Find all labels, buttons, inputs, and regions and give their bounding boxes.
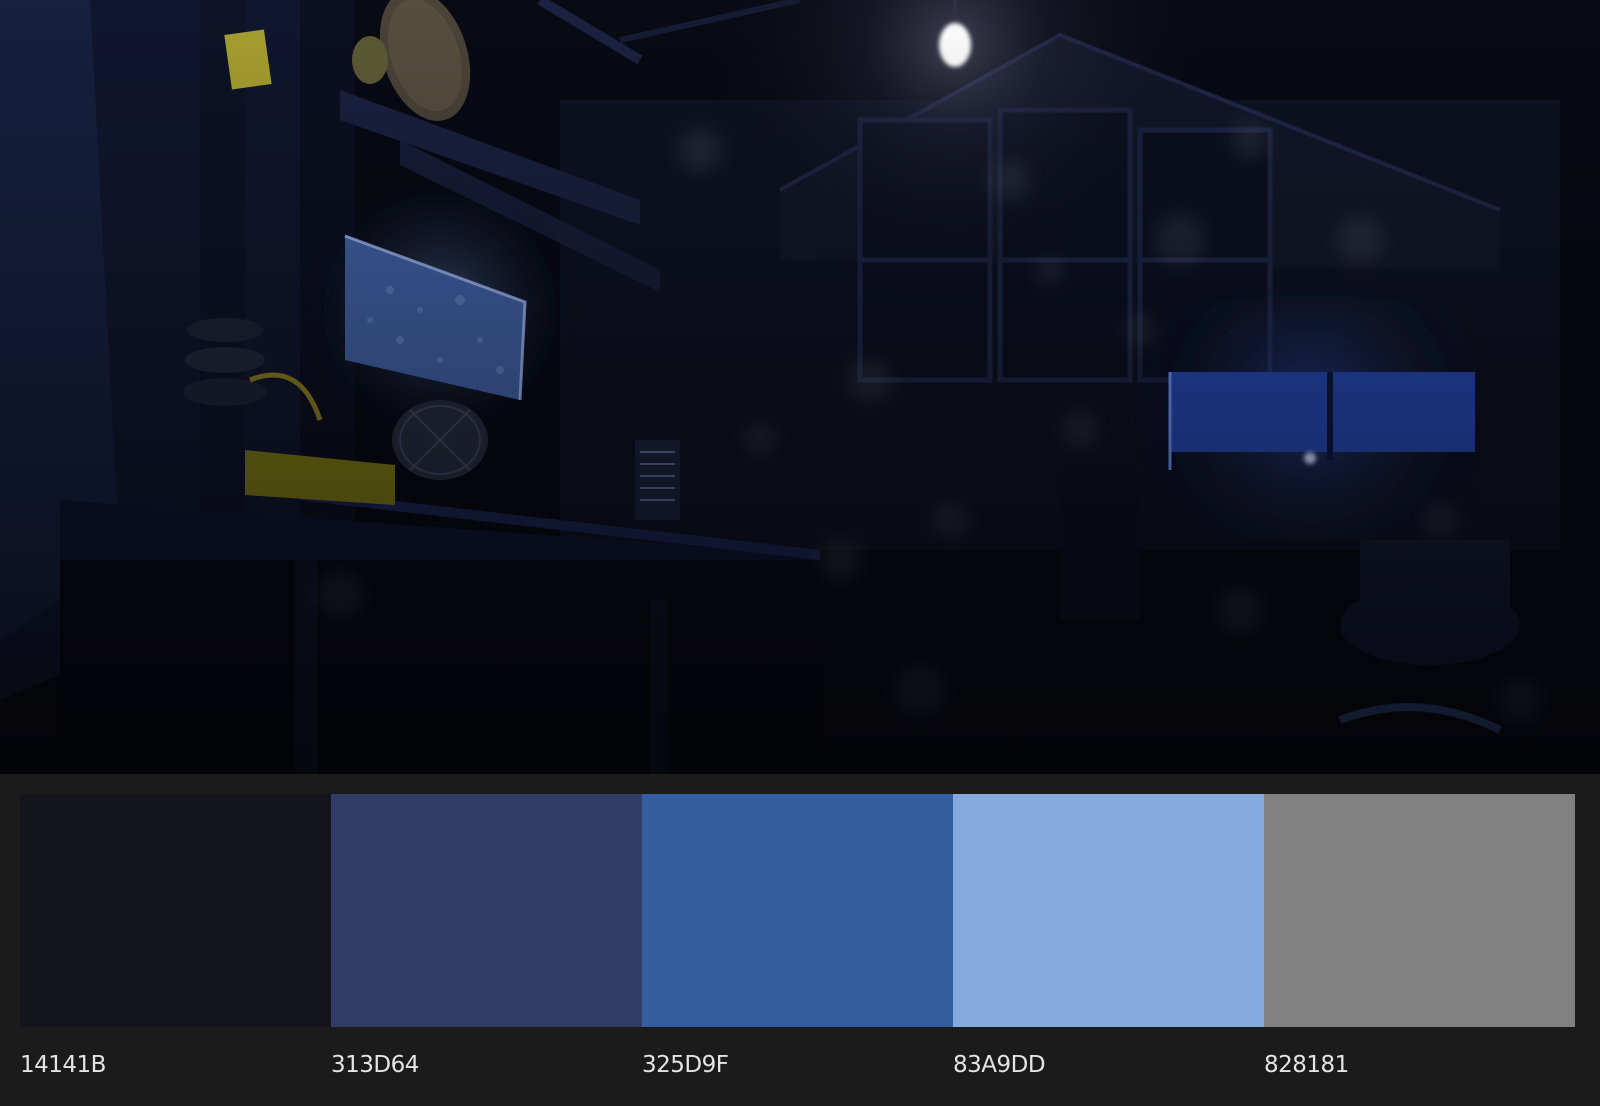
color-swatch	[20, 794, 331, 1027]
color-swatch	[953, 794, 1264, 1027]
color-swatch	[642, 794, 953, 1027]
color-swatch	[331, 794, 642, 1027]
film-still-photo	[0, 0, 1600, 774]
swatch-hex-label: 828181	[1264, 1052, 1349, 1078]
swatch-hex-label: 14141B	[20, 1052, 106, 1078]
color-palette: 14141B 313D64 325D9F 83A9DD 828181	[0, 774, 1600, 1106]
workshop-scene-image	[0, 0, 1600, 774]
swatch-hex-label: 325D9F	[642, 1052, 729, 1078]
swatch-hex-label: 83A9DD	[953, 1052, 1046, 1078]
color-swatch	[1264, 794, 1575, 1027]
swatch-hex-label: 313D64	[331, 1052, 419, 1078]
